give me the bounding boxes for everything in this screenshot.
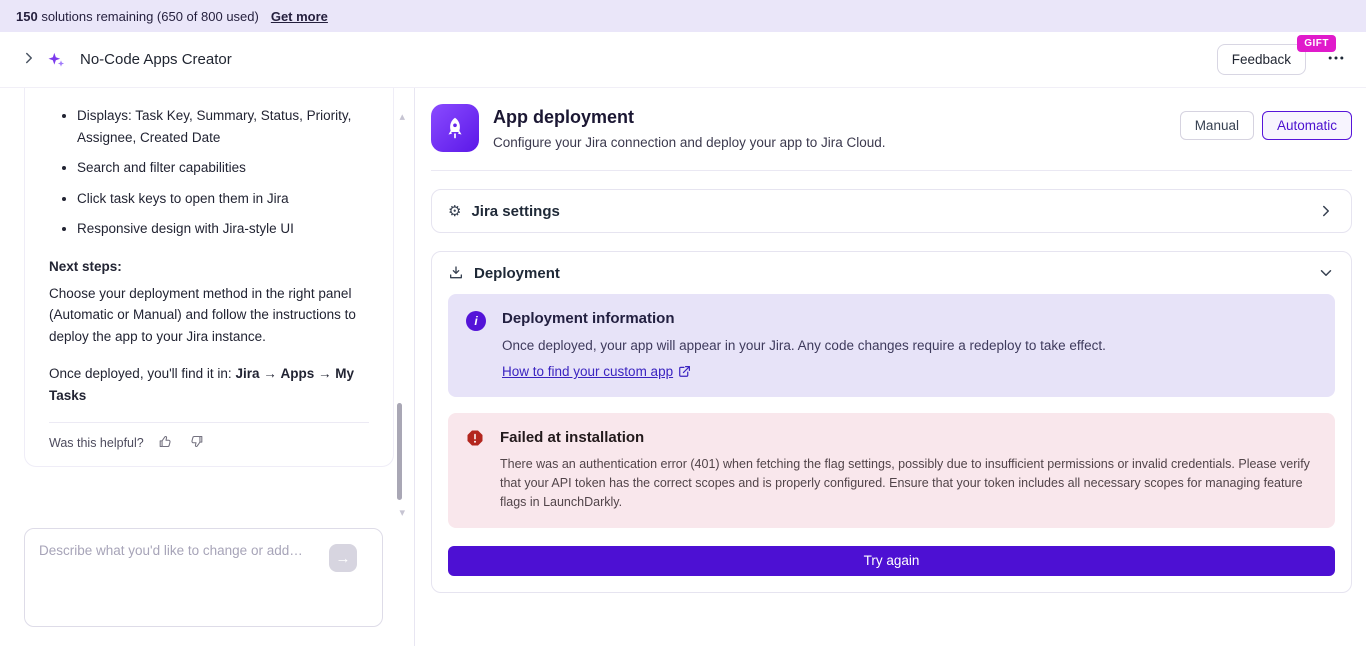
send-button[interactable]: → (329, 544, 357, 572)
error-text: There was an authentication error (401) … (500, 455, 1317, 511)
info-content: Deployment information Once deployed, yo… (502, 309, 1106, 381)
thumbs-up-icon (158, 434, 173, 452)
thumbs-down-button[interactable] (187, 432, 206, 454)
section-subtitle: Configure your Jira connection and deplo… (493, 135, 885, 150)
deployment-body: i Deployment information Once deployed, … (432, 294, 1351, 592)
chevron-right-icon (20, 49, 38, 70)
deploy-header: App deployment Configure your Jira conne… (431, 96, 1352, 171)
feedback-button[interactable]: Feedback (1217, 44, 1306, 75)
info-text: Once deployed, your app will appear in y… (502, 336, 1106, 356)
deployed-location-text: Once deployed, you'll find it in: Jira →… (49, 363, 369, 406)
gift-badge: GIFT (1297, 35, 1336, 52)
deployment-label: Deployment (474, 265, 560, 282)
get-more-link[interactable]: Get more (271, 9, 328, 24)
next-steps-text: Choose your deployment method in the rig… (49, 283, 369, 348)
list-item: Click task keys to open them in Jira (77, 188, 369, 210)
jira-settings-header[interactable]: ⚙ Jira settings (432, 190, 1351, 232)
page-title: No-Code Apps Creator (80, 51, 232, 68)
install-icon (448, 265, 464, 281)
content-area: Displays: Task Key, Summary, Status, Pri… (0, 88, 1366, 646)
list-item: Search and filter capabilities (77, 157, 369, 179)
scroll-up-arrow[interactable]: ▴ (399, 112, 405, 123)
gear-icon: ⚙ (448, 204, 461, 219)
error-title: Failed at installation (500, 429, 1317, 446)
list-item: Displays: Task Key, Summary, Status, Pri… (77, 105, 369, 148)
send-icon: → (336, 550, 351, 567)
sparkle-icon (42, 46, 70, 74)
chevron-right-icon (1317, 202, 1335, 220)
section-title: App deployment (493, 107, 885, 128)
path-apps: Apps (280, 366, 314, 381)
chevron-down-icon (1317, 264, 1335, 282)
assistant-message: Displays: Task Key, Summary, Status, Pri… (24, 88, 394, 467)
custom-app-help-link[interactable]: How to find your custom app (502, 364, 691, 379)
chat-composer: → (24, 528, 383, 627)
thumbs-up-button[interactable] (156, 432, 175, 454)
deployment-panel: App deployment Configure your Jira conne… (415, 88, 1366, 646)
list-item: Responsive design with Jira-style UI (77, 218, 369, 240)
rocket-icon (431, 104, 479, 152)
automatic-mode-button[interactable]: Automatic (1262, 111, 1352, 140)
usage-topbar: 150 solutions remaining (650 of 800 used… (0, 0, 1366, 32)
jira-settings-card: ⚙ Jira settings (431, 189, 1352, 233)
helpful-label: Was this helpful? (49, 433, 144, 453)
divider (49, 422, 369, 423)
error-banner: Failed at installation There was an auth… (448, 413, 1335, 527)
external-link-icon (678, 365, 691, 378)
scrollbar-thumb[interactable] (397, 403, 402, 500)
path-jira: Jira (235, 366, 259, 381)
next-steps-heading: Next steps: (49, 256, 369, 278)
manual-mode-button[interactable]: Manual (1180, 111, 1254, 140)
arrow-glyph: → (314, 366, 335, 381)
app-header: No-Code Apps Creator Feedback GIFT (0, 32, 1366, 88)
info-title: Deployment information (502, 310, 1106, 327)
chat-panel: Displays: Task Key, Summary, Status, Pri… (0, 88, 415, 646)
thumbs-down-icon (189, 434, 204, 452)
chat-message-viewport: Displays: Task Key, Summary, Status, Pri… (0, 88, 414, 528)
deployment-header[interactable]: Deployment (432, 252, 1351, 294)
jira-settings-label: Jira settings (471, 203, 559, 220)
info-banner: i Deployment information Once deployed, … (448, 294, 1335, 397)
deploy-mode-toggle: Manual Automatic (1180, 111, 1352, 140)
helpful-row: Was this helpful? (49, 432, 369, 454)
collapse-panel-button[interactable] (16, 45, 42, 74)
error-content: Failed at installation There was an auth… (500, 428, 1317, 511)
deploy-title-block: App deployment Configure your Jira conne… (493, 107, 885, 150)
usage-text: 150 solutions remaining (650 of 800 used… (16, 9, 259, 24)
info-icon: i (466, 311, 486, 331)
scroll-down-arrow[interactable]: ▾ (399, 508, 405, 519)
error-icon (466, 429, 484, 511)
arrow-glyph: → (259, 366, 280, 381)
try-again-button[interactable]: Try again (448, 546, 1335, 576)
solutions-count: 150 (16, 9, 38, 24)
deployment-card: Deployment i Deployment information Once… (431, 251, 1352, 593)
feature-list: Displays: Task Key, Summary, Status, Pri… (49, 105, 369, 240)
chat-input[interactable] (25, 529, 382, 626)
